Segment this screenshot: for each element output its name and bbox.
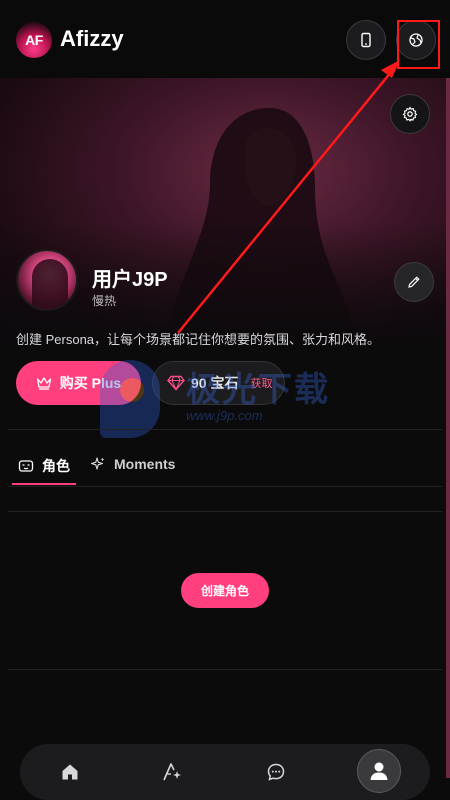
mask-icon: [18, 460, 34, 472]
tab-moments[interactable]: Moments: [90, 456, 175, 472]
avatar[interactable]: [16, 249, 78, 311]
create-icon: [163, 763, 181, 781]
tab-roles-label: 角色: [42, 458, 70, 474]
tab-roles[interactable]: 角色: [18, 456, 70, 476]
logo-text: AF: [25, 32, 43, 48]
chat-icon: [267, 763, 285, 781]
top-bar: AF Afizzy: [0, 0, 450, 78]
gear-icon: [402, 106, 418, 122]
tabs-divider: [8, 486, 442, 487]
section-divider: [8, 429, 442, 430]
avatar-image: [32, 259, 68, 309]
nav-chat[interactable]: [256, 744, 296, 800]
nav-profile[interactable]: [357, 749, 401, 793]
create-role-button[interactable]: 创建角色: [181, 573, 269, 608]
crown-icon: [36, 377, 51, 390]
device-button[interactable]: [346, 20, 386, 60]
bottom-navigation: [20, 744, 430, 800]
watermark-url: www.j9p.com: [186, 408, 263, 423]
watermark-text: 极光下载: [186, 371, 330, 409]
username: 用户J9P: [92, 269, 168, 291]
app-logo: AF: [16, 22, 52, 58]
tab-moments-label: Moments: [114, 456, 176, 472]
phone-icon: [361, 32, 371, 48]
active-tab-indicator: [12, 483, 76, 485]
nav-home[interactable]: [50, 744, 90, 800]
nav-create[interactable]: [153, 744, 193, 800]
content-bottom-divider: [8, 669, 442, 670]
watermark-logo: [100, 360, 160, 438]
sparkle-icon: [90, 457, 105, 470]
annotation-highlight-box: [397, 20, 440, 69]
home-icon: [62, 764, 78, 780]
app-name: Afizzy: [60, 26, 124, 51]
pencil-icon: [408, 276, 420, 288]
profile-icon: [370, 762, 388, 780]
content-top-divider: [8, 511, 442, 512]
profile-bio: 创建 Persona，让每个场景都记住你想要的氛围、张力和风格。: [16, 332, 381, 347]
watermark: 极光下载 www.j9p.com: [100, 360, 340, 440]
user-subtitle: 慢热: [92, 294, 117, 308]
edit-profile-button[interactable]: [394, 262, 434, 302]
scrollbar-edge: [446, 78, 450, 778]
settings-button[interactable]: [390, 94, 430, 134]
